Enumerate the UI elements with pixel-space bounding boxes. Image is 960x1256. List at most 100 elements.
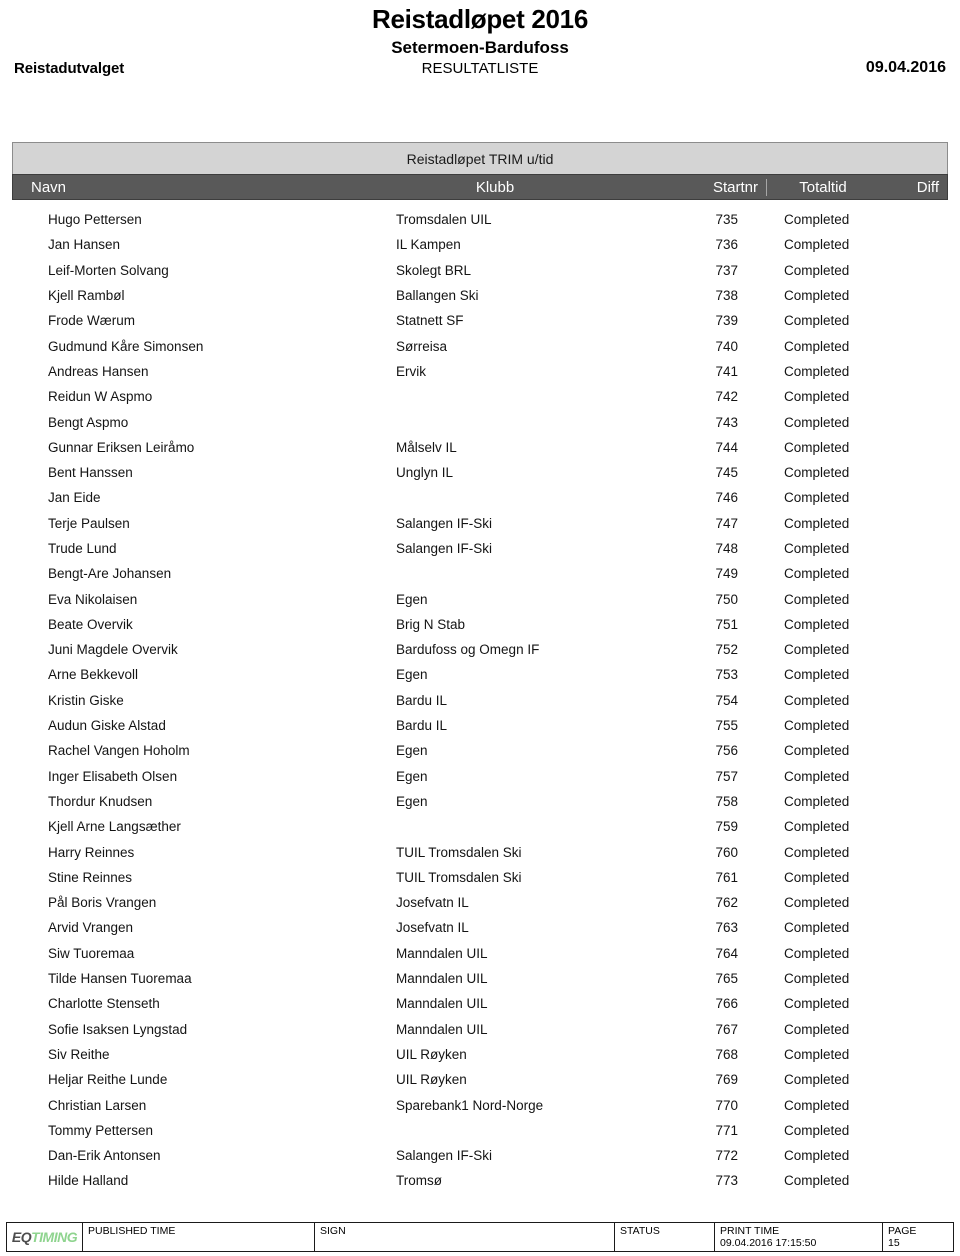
class-band-label: Reistadløpet TRIM u/tid — [406, 150, 554, 167]
cell-navn: Bent Hanssen — [48, 465, 133, 481]
cell-startnr: 741 — [715, 363, 738, 379]
cell-totaltid: Completed — [784, 541, 850, 556]
table-row[interactable]: Eva Nikolaisen Egen 750 Completed — [12, 586, 948, 611]
cell-totaltid: Completed — [784, 945, 850, 961]
cell-startnr: 742 — [715, 389, 738, 405]
table-row[interactable]: Gunnar Eriksen Leiråmo Målselv IL 744 Compl… — [12, 435, 948, 460]
column-header-diff[interactable]: Diff — [879, 179, 947, 196]
cell-startnr: 754 — [715, 692, 738, 708]
table-row[interactable]: Gudmund Kåre Simonsen Sørreisa 740 Complete… — [12, 333, 948, 358]
table-row[interactable]: Juni Magdele Overvik Bardufoss og Omegn I… — [12, 637, 948, 662]
table-row[interactable]: Stine Reinnes TUIL Tromsdalen Ski 761 Compl… — [12, 865, 948, 890]
table-row[interactable]: Andreas Hansen Ervik 741 Completed — [12, 359, 948, 384]
footer-status: STATUS — [615, 1223, 715, 1251]
table-row[interactable]: Jan Hansen IL Kampen 736 Completed — [12, 232, 948, 257]
cell-navn: Audun Giske Alstad — [48, 718, 166, 734]
cell-startnr: 743 — [715, 414, 738, 430]
cell-klubb: UIL Røyken — [396, 1046, 467, 1062]
cell-navn: Gudmund Kåre Simonsen — [48, 338, 204, 354]
cell-totaltid: Completed — [784, 1021, 850, 1037]
table-row[interactable]: Reidun W Aspmo 742 Completed — [12, 384, 948, 409]
cell-totaltid: Completed — [784, 1173, 850, 1189]
cell-navn: Arvid Vrangen — [48, 920, 134, 936]
cell-klubb: Manndalen UIL — [396, 945, 488, 961]
table-row[interactable]: Bengt-Are Johansen 749 Completed — [12, 561, 948, 586]
table-row[interactable]: Siv Reithe UIL Røyken 768 Completed — [12, 1042, 948, 1067]
table-row[interactable]: Sofie Isaksen Lyngstad Manndalen UIL 767 Co… — [12, 1017, 948, 1042]
page-footer: EQ TIMING PUBLISHED TIME SIGN STATUS PRIN… — [6, 1222, 954, 1252]
cell-startnr: 752 — [715, 642, 738, 658]
cell-navn: Hugo Pettersen — [48, 212, 142, 228]
table-row[interactable]: Pål Boris Vrangen Josefvatn IL 762 Complete… — [12, 890, 948, 915]
table-row[interactable]: Harry Reinnes TUIL Tromsdalen Ski 760 Compl… — [12, 839, 948, 864]
cell-totaltid: Completed — [784, 895, 850, 911]
table-row[interactable]: Hilde Halland Tromsø 773 Completed — [12, 1168, 948, 1193]
table-row[interactable]: Inger Elisabeth Olsen Egen 757 Completed — [12, 764, 948, 789]
cell-totaltid: Completed — [784, 667, 850, 683]
table-row[interactable]: Arvid Vrangen Josefvatn IL 763 Completed — [12, 915, 948, 940]
table-row[interactable]: Heljar Reithe Lunde UIL Røyken 769 Complete… — [12, 1067, 948, 1092]
cell-startnr: 746 — [715, 490, 738, 506]
cell-totaltid: Completed — [784, 313, 850, 329]
table-row[interactable]: Tilde Hansen Tuoremaa Manndalen UIL 765 Com… — [12, 966, 948, 991]
table-row[interactable]: Beate Overvik Brig N Stab 751 Completed — [12, 612, 948, 637]
cell-klubb: Unglyn IL — [396, 465, 454, 481]
column-header-klubb[interactable]: Klubb — [335, 179, 655, 196]
logo-text-eq: EQ — [11, 1229, 32, 1245]
cell-startnr: 766 — [715, 996, 738, 1012]
table-row[interactable]: Bent Hanssen Unglyn IL 745 Completed — [12, 460, 948, 485]
logo-text-timing: TIMING — [31, 1229, 78, 1245]
table-row[interactable]: Dan-Erik Antonsen Salangen IF-Ski 772 Compl… — [12, 1143, 948, 1168]
cell-navn: Jan Eide — [48, 490, 101, 506]
table-row[interactable]: Bengt Aspmo 743 Completed — [12, 409, 948, 434]
table-row[interactable]: Arne Bekkevoll Egen 753 Completed — [12, 662, 948, 687]
cell-totaltid: Completed — [784, 1148, 850, 1164]
table-row[interactable]: Jan Eide 746 Completed — [12, 485, 948, 510]
cell-totaltid: Completed — [784, 1072, 850, 1088]
table-row[interactable]: Charlotte Stenseth Manndalen UIL 766 Comple… — [12, 991, 948, 1016]
cell-navn: Terje Paulsen — [48, 515, 130, 531]
cell-klubb: Josefvatn IL — [396, 920, 469, 936]
table-row[interactable]: Frode Wærum Statnett SF 739 Completed — [12, 308, 948, 333]
class-band: Reistadløpet TRIM u/tid — [12, 142, 948, 174]
cell-startnr: 745 — [715, 465, 738, 481]
cell-klubb: Salangen IF-Ski — [396, 541, 493, 556]
cell-klubb: Statnett SF — [396, 313, 464, 329]
table-row[interactable]: Siw Tuoremaa Manndalen UIL 764 Completed — [12, 941, 948, 966]
table-row[interactable]: Thordur Knudsen Egen 758 Completed — [12, 789, 948, 814]
cell-startnr: 758 — [715, 793, 738, 809]
table-body: Hugo Pettersen Tromsdalen UIL 735 Completed… — [12, 200, 948, 1194]
cell-totaltid: Completed — [784, 515, 850, 531]
cell-startnr: 773 — [715, 1173, 738, 1189]
table-row[interactable]: Tommy Pettersen 771 Completed — [12, 1118, 948, 1143]
cell-totaltid: Completed — [784, 1046, 850, 1062]
cell-totaltid: Completed — [784, 1122, 850, 1138]
cell-navn: Tilde Hansen Tuoremaa — [48, 971, 192, 987]
table-row[interactable]: Kjell Arne Langsæther 759 Completed — [12, 814, 948, 839]
table-row[interactable]: Leif-Morten Solvang Skolegt BRL 737 Complet… — [12, 258, 948, 283]
cell-klubb: Egen — [396, 768, 428, 784]
column-header-navn[interactable]: Navn — [13, 179, 335, 196]
cell-totaltid: Completed — [784, 743, 850, 759]
table-row[interactable]: Christian Larsen Sparebank1 Nord-Norge 770… — [12, 1092, 948, 1117]
eqtiming-logo: EQ TIMING — [7, 1223, 83, 1251]
cell-startnr: 735 — [715, 212, 738, 228]
cell-klubb: Egen — [396, 591, 428, 607]
page-header: Reistadutvalget Reistadløpet 2016 Seterm… — [0, 0, 960, 96]
event-subtitle: Setermoen-Bardufoss — [391, 38, 569, 57]
table-row[interactable]: Audun Giske Alstad Bardu IL 755 Completed — [12, 713, 948, 738]
table-row[interactable]: Hugo Pettersen Tromsdalen UIL 735 Completed — [12, 207, 948, 232]
table-row[interactable]: Terje Paulsen Salangen IF-Ski 747 Completed — [12, 511, 948, 536]
column-header-totaltid[interactable]: Totaltid — [767, 179, 879, 196]
table-row[interactable]: Kjell Rambøl Ballangen Ski 738 Completed — [12, 283, 948, 308]
cell-klubb: Brig N Stab — [396, 616, 466, 632]
footer-published-time: PUBLISHED TIME — [83, 1223, 315, 1251]
cell-startnr: 740 — [715, 338, 738, 354]
cell-totaltid: Completed — [784, 869, 850, 885]
table-row[interactable]: Rachel Vangen Hoholm Egen 756 Completed — [12, 738, 948, 763]
column-header-startnr[interactable]: Startnr — [655, 178, 767, 196]
table-row[interactable]: Kristin Giske Bardu IL 754 Completed — [12, 688, 948, 713]
cell-startnr: 772 — [715, 1148, 738, 1164]
cell-totaltid: Completed — [784, 768, 850, 784]
table-row[interactable]: Trude Lund Salangen IF-Ski 748 Completed — [12, 536, 948, 561]
